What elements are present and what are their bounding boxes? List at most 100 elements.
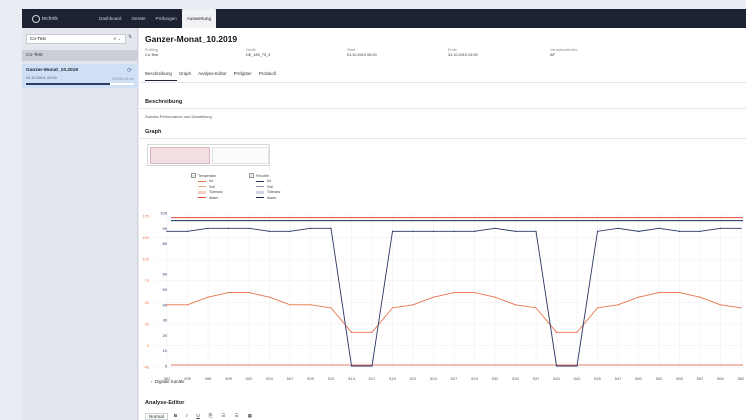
data-point (617, 304, 619, 306)
x-tick-label: 499 (225, 376, 232, 381)
tab-protokoll[interactable]: Protokoll (259, 71, 281, 81)
nav-dashboard[interactable]: Dashboard (94, 9, 126, 28)
y-right-tick-label: 60 (163, 272, 168, 277)
data-point (658, 227, 660, 229)
bold-button[interactable]: B (171, 413, 180, 420)
digital-channels-toggle[interactable]: › Digitale Kanäle (151, 379, 184, 384)
sidebar-group-header[interactable]: Co-Test (22, 50, 138, 61)
x-tick-label: 495 (184, 376, 191, 381)
divider (139, 82, 746, 83)
x-tick-label: 537 (533, 376, 540, 381)
meta-label: Start (347, 48, 356, 52)
italic-button[interactable]: I (183, 413, 190, 420)
data-point (248, 227, 250, 229)
data-point (699, 296, 701, 298)
meta-pruefling: Prüfling Co-Test (145, 48, 158, 57)
legend-item: Soll (209, 184, 215, 189)
tab-beschreibung[interactable]: Beschreibung (145, 71, 177, 81)
table-button[interactable]: ▦ (245, 413, 255, 420)
ordered-list-button[interactable]: ☰ (218, 413, 228, 420)
y-right-tick-label: 90 (163, 226, 168, 231)
meta-label: Ende (448, 48, 457, 52)
x-tick-label: 514 (348, 376, 355, 381)
y-left-tick-label: 125 (142, 257, 149, 262)
x-tick-label: 524 (430, 376, 437, 381)
data-point (576, 331, 578, 333)
legend-item: Toleranz (209, 190, 223, 195)
meta-value: AP (550, 53, 556, 57)
underline-button[interactable]: U (193, 413, 202, 420)
meta-value: Co-Test (145, 53, 159, 57)
tab-graph[interactable]: Graph (179, 71, 196, 81)
data-point (186, 304, 189, 306)
y-right-tick-label: 10 (163, 348, 168, 353)
data-point (514, 230, 517, 232)
x-tick-label: 507 (287, 376, 294, 381)
thumbnail-temperature[interactable] (150, 147, 210, 164)
legend-title: Temperatur (198, 173, 217, 178)
x-tick-label: 550 (635, 376, 642, 381)
meta-value: DE_189_75_3 (246, 53, 271, 57)
nav-auswertung[interactable]: Auswertung (181, 9, 216, 28)
nav-geraete[interactable]: Geräte (126, 9, 150, 28)
x-tick-label: 560 (717, 376, 724, 381)
y-left-tick-label: 25 (145, 321, 150, 326)
data-point (719, 304, 722, 306)
sort-icon[interactable]: ⇅ (128, 34, 132, 40)
graph-preview-thumbnails[interactable] (147, 144, 270, 166)
bullet-list-button[interactable]: ☰ (232, 413, 242, 420)
data-point (596, 307, 599, 309)
data-point (391, 230, 394, 232)
sidebar-item-evaluation[interactable]: Ganzer-Monat_10.2019 01.10.2019, 00:00 ⟳… (22, 64, 138, 88)
y-left-tick-label: 175 (142, 214, 149, 219)
meta-ende: Ende 31.10.2019 23:59 (448, 48, 478, 57)
temperature-checkbox[interactable]: ✓ (191, 173, 196, 179)
data-point (268, 230, 271, 232)
y-left-tick-label: 150 (142, 235, 149, 240)
legend-item: Alarm (267, 195, 277, 200)
data-point (453, 291, 455, 294)
x-tick-label: 509 (307, 376, 314, 381)
section-graph-title: Graph (145, 129, 162, 135)
x-tick-label: 502 (246, 376, 253, 381)
legend-temperature: ✓ Temperatur Ist Soll Toleranz Alarm (191, 173, 251, 201)
link-button[interactable]: ⎘ (206, 413, 216, 420)
test-select[interactable]: Co-Test ✕ ⌄ (26, 34, 126, 44)
x-tick-label: 545 (594, 376, 601, 381)
legend-swatch (198, 197, 206, 199)
x-tick-label: 532 (492, 376, 499, 381)
x-tick-label: 519 (389, 376, 396, 381)
data-point (248, 291, 250, 294)
data-point (350, 331, 353, 333)
data-point (412, 230, 414, 232)
legend-swatch (256, 190, 264, 194)
tab-analyse-editor[interactable]: Analyse-Editor (198, 71, 232, 81)
tab-pruefgueter[interactable]: Prüfgüter (234, 71, 257, 81)
y-left-tick-label: 75 (145, 278, 150, 283)
chevron-down-icon: ✕ ⌄ (113, 36, 121, 41)
x-tick-label: 527 (451, 376, 458, 381)
refresh-icon[interactable]: ⟳ (127, 67, 132, 74)
x-tick-label: 562 (738, 376, 745, 381)
format-select[interactable]: Normal (145, 413, 168, 420)
x-tick-label: 534 (512, 376, 519, 381)
data-point (432, 230, 435, 232)
thumbnail-humidity[interactable] (212, 147, 269, 164)
data-point (699, 230, 701, 232)
data-point (596, 230, 599, 232)
data-point (555, 365, 558, 367)
divider (139, 138, 746, 139)
test-select-value: Co-Test (30, 36, 46, 41)
data-point (391, 307, 394, 309)
data-point (412, 304, 414, 306)
data-point (514, 304, 517, 306)
main-nav: Dashboard Geräte Prüfungen Auswertung (94, 9, 216, 28)
nav-pruefungen[interactable]: Prüfungen (151, 9, 182, 28)
description-text: Zwecks Performance und Darstellung (145, 114, 212, 119)
humidity-checkbox[interactable]: ✓ (249, 173, 254, 179)
x-tick-label: 512 (328, 376, 335, 381)
legend-title: Feuchte (256, 173, 269, 178)
measurement-chart[interactable]: 1751501257545250-45100908060504030201004… (139, 208, 746, 386)
legend-item: Ist (209, 179, 213, 184)
brand-logo[interactable]: technik (22, 9, 72, 28)
